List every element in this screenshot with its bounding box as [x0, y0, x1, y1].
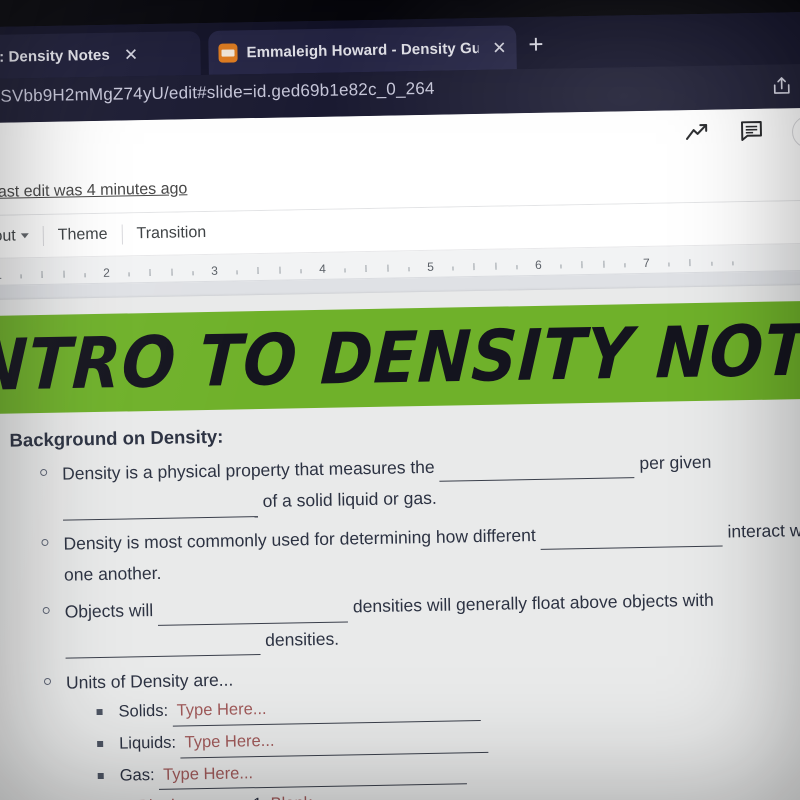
last-edit-status[interactable]: Last edit was 4 minutes ago: [0, 180, 188, 202]
sentence-part: one another.: [63, 562, 162, 585]
url-bar-icons: [771, 74, 800, 96]
ruler-tick: [365, 268, 367, 273]
laptop-screen: signment 12: Density Notes ✕ Emmaleigh H…: [0, 10, 800, 800]
ruler-tick: [192, 271, 194, 276]
close-icon[interactable]: ✕: [492, 38, 507, 57]
ruler-mark: 2: [103, 265, 110, 280]
ruler-tick: [624, 263, 626, 268]
gas-input[interactable]: Type Here...: [158, 756, 468, 791]
toolbar-item-theme[interactable]: Theme: [44, 226, 122, 245]
browser-chrome: signment 12: Density Notes ✕ Emmaleigh H…: [0, 10, 800, 124]
bullet-circle-icon: [42, 607, 50, 615]
ruler-tick: [300, 269, 302, 274]
sub-item-label: Gas:: [119, 765, 155, 785]
sentence-part: per given: [639, 451, 712, 474]
sentence-part: of a solid liquid or gas.: [262, 488, 437, 512]
solids-input[interactable]: Type Here...: [172, 693, 481, 727]
chevron-down-icon: [20, 233, 29, 239]
ruler-tick: [344, 268, 346, 273]
slide-title-banner[interactable]: Intro to Density Notes: [0, 298, 800, 416]
browser-tab-assignment[interactable]: signment 12: Density Notes ✕: [0, 31, 201, 81]
fill-in-blank[interactable]: [62, 487, 259, 521]
ruler-mark: 7: [642, 255, 650, 270]
ruler-tick: [41, 273, 43, 278]
fill-in-blank[interactable]: [65, 625, 261, 659]
slide-page[interactable]: Intro to Density Notes Background on Den…: [0, 282, 800, 800]
browser-tab-density-guided-notes[interactable]: Emmaleigh Howard - Density Gu ✕: [208, 25, 517, 75]
equation-right-input[interactable]: Blank: [266, 790, 367, 800]
ruler-tick: [257, 270, 259, 275]
photo-of-screen: signment 12: Density Notes ✕ Emmaleigh H…: [0, 0, 800, 800]
slide-canvas[interactable]: Intro to Density Notes Background on Den…: [0, 269, 800, 800]
browser-tab-title: Emmaleigh Howard - Density Gu: [246, 39, 479, 61]
ruler-tick: [603, 260, 605, 268]
ruler-tick: [473, 266, 475, 271]
sentence-part: densities will generally float above obj…: [352, 590, 714, 617]
ruler-mark: 5: [426, 259, 434, 274]
ruler-tick: [732, 261, 734, 266]
close-icon[interactable]: ✕: [124, 45, 139, 64]
sentence-part: interact with: [727, 519, 800, 542]
bullet-square-icon: [97, 740, 104, 748]
ruler-tick: [63, 270, 65, 278]
bullet-square-icon: [97, 772, 104, 779]
ruler-tick: [689, 259, 691, 267]
google-slides-app: Help Last edit was 4 minutes ago d Layou…: [0, 106, 800, 800]
ruler-mark: 6: [534, 257, 542, 272]
page-title: Intro to Density Notes: [0, 307, 800, 407]
ruler-tick: [452, 266, 454, 271]
ruler-mark: 4: [319, 261, 326, 276]
equation-operator: = 1: [238, 795, 262, 800]
browser-tab-title: signment 12: Density Notes: [0, 46, 111, 67]
url-text: 3rxnQ1VunSVbb9H2mMgZ74yU/edit#slide=id.g…: [0, 78, 435, 108]
ruler-mark: 3: [211, 263, 218, 278]
ruler-tick: [279, 266, 281, 274]
bullet-square-icon: [96, 709, 103, 716]
sentence-part: densities.: [264, 628, 340, 650]
toolbar-item-layout-label: Layout: [0, 227, 16, 246]
bullet-circle-icon: [40, 468, 48, 477]
ruler-tick: [711, 261, 713, 266]
sentence-part: Density is most commonly used for determ…: [63, 524, 536, 554]
ruler-tick: [128, 272, 130, 277]
ruler-tick: [236, 270, 238, 275]
toolbar-item-transition[interactable]: Transition: [122, 224, 220, 244]
comment-icon[interactable]: [739, 118, 765, 148]
new-tab-button[interactable]: +: [528, 29, 544, 59]
ruler-mark: 1: [0, 267, 3, 282]
ruler-tick: [387, 264, 389, 272]
equation-left-input[interactable]: Blank: [133, 792, 235, 800]
slides-header-icons: [684, 115, 800, 150]
ruler-tick: [668, 262, 670, 267]
sub-item-label: Solids:: [118, 702, 169, 722]
sentence-part: Objects will: [64, 600, 154, 623]
bullet-circle-icon: [43, 677, 52, 686]
sentence-part: Density is a physical property that meas…: [62, 456, 435, 484]
ruler-tick: [560, 264, 562, 269]
toolbar-item-layout[interactable]: Layout: [0, 227, 43, 247]
ruler-tick: [149, 271, 151, 277]
ruler-tick: [581, 264, 583, 269]
sub-item-label: Liquids:: [118, 733, 177, 753]
ruler-tick: [516, 265, 518, 270]
sentence-part: Units of Density are...: [65, 669, 234, 693]
bullet-label: Background on Density:: [9, 425, 224, 451]
google-meet-icon[interactable]: [791, 115, 800, 149]
ruler-tick: [408, 267, 410, 272]
share-icon[interactable]: [771, 75, 792, 96]
bullet-background-on-density[interactable]: Background on Density:: [0, 413, 800, 454]
activity-trend-icon[interactable]: [684, 120, 711, 147]
ruler-tick: [84, 273, 86, 278]
ruler-tick: [171, 268, 173, 276]
fill-in-blank[interactable]: [540, 517, 723, 550]
ruler-tick: [20, 274, 22, 279]
liquids-input[interactable]: Type Here...: [180, 724, 489, 759]
ruler-tick: [495, 262, 497, 270]
fill-in-blank[interactable]: [439, 449, 635, 483]
google-slides-favicon-icon: [218, 42, 238, 63]
fill-in-blank[interactable]: [157, 592, 349, 626]
bullet-circle-icon: [41, 538, 49, 546]
slide-body: Background on Density: Density is a phys…: [0, 405, 800, 800]
